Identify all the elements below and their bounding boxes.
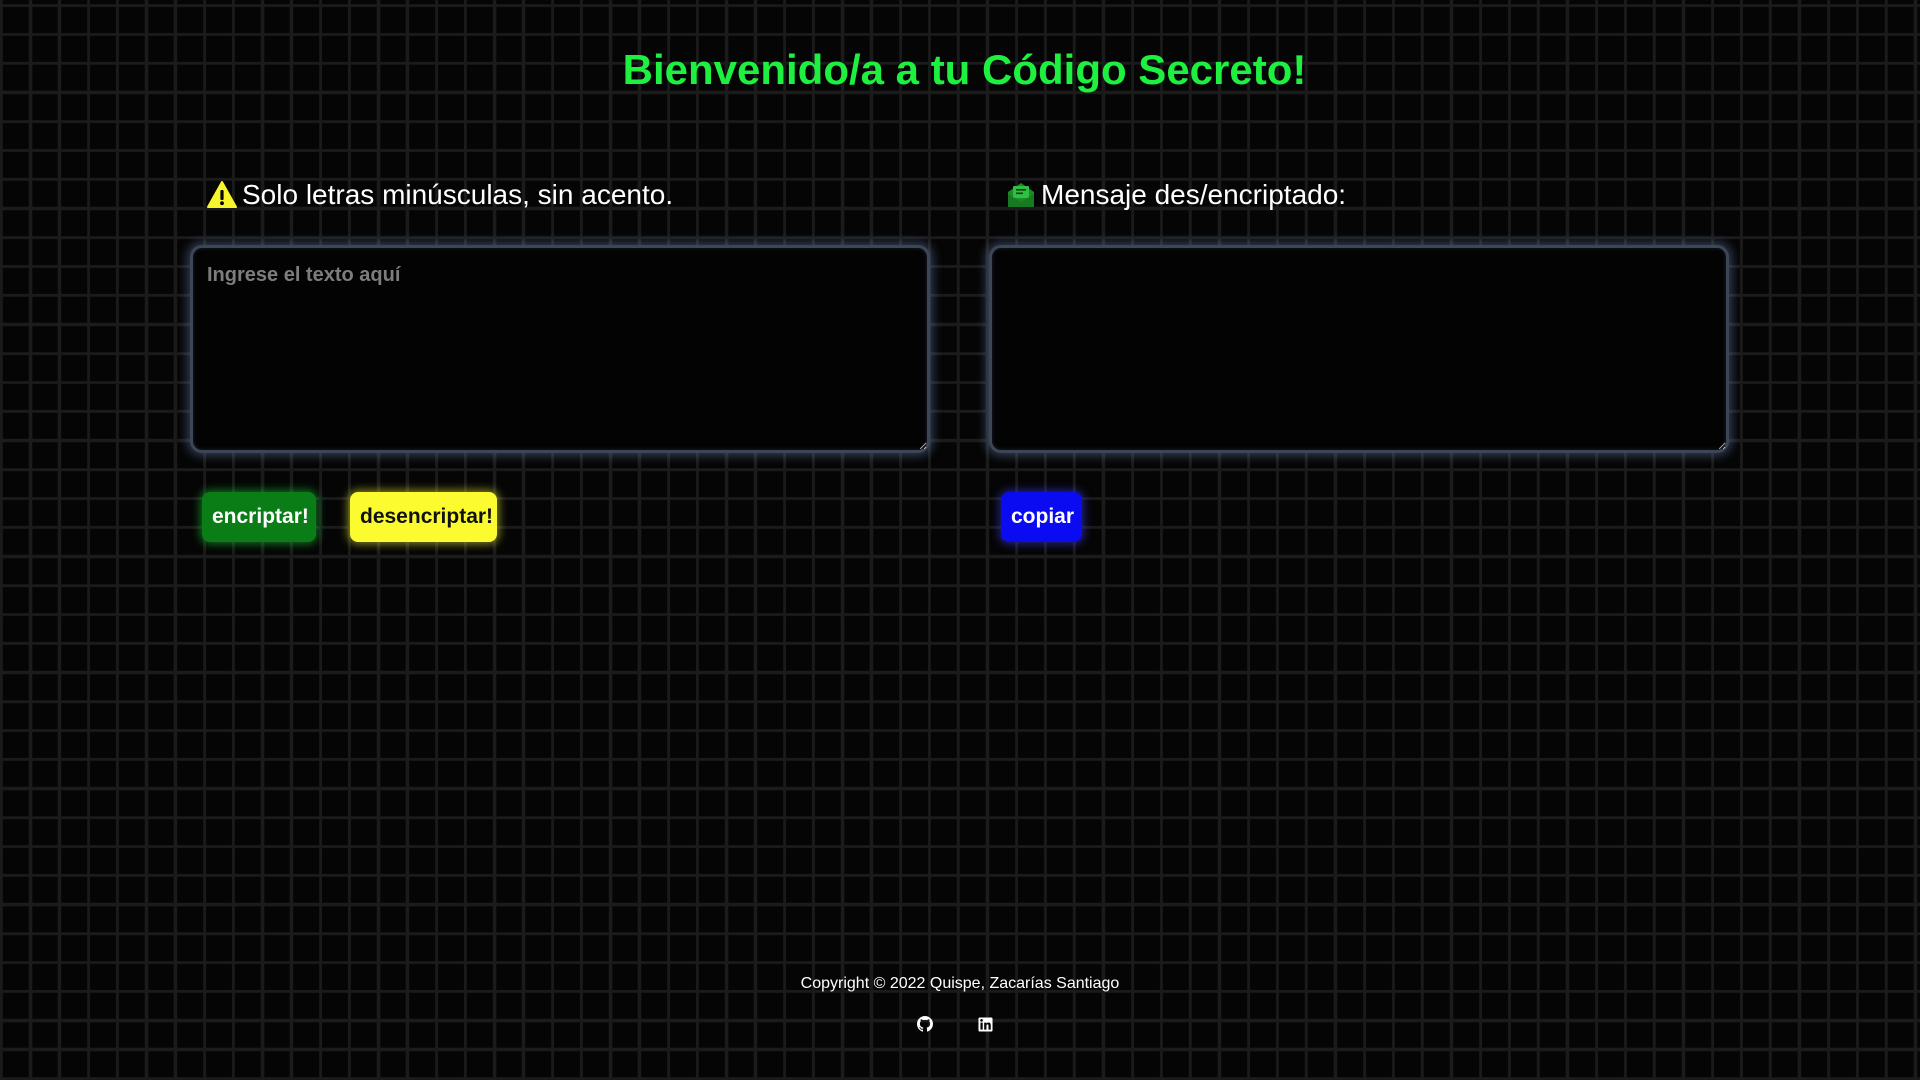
input-button-row: encriptar! desencriptar! (202, 492, 497, 542)
input-panel: Solo letras minúsculas, sin acento. encr… (190, 174, 930, 542)
linkedin-icon[interactable] (976, 1015, 994, 1033)
copyright-text: Copyright © 2022 Quispe, Zacarías Santia… (800, 975, 1120, 992)
envelope-open-icon (1005, 179, 1037, 211)
output-panel: Mensaje des/encriptado: copiar (989, 174, 1729, 542)
output-panel-heading-label: Mensaje des/encriptado: (1041, 179, 1347, 210)
encrypt-button[interactable]: encriptar! (202, 492, 316, 542)
input-panel-heading-label: Solo letras minúsculas, sin acento. (242, 179, 674, 210)
input-panel-heading: Solo letras minúsculas, sin acento. (190, 174, 930, 216)
output-textarea[interactable] (989, 245, 1729, 453)
input-textarea[interactable] (190, 245, 930, 453)
output-button-row: copiar (1001, 492, 1082, 542)
github-icon[interactable] (916, 1015, 934, 1033)
output-panel-heading: Mensaje des/encriptado: (989, 174, 1729, 216)
warning-icon (206, 179, 238, 211)
page-title: Bienvenido/a a tu Código Secreto! (622, 46, 1307, 93)
decrypt-button[interactable]: desencriptar! (350, 492, 497, 542)
social-links (0, 1015, 1920, 1033)
footer: Copyright © 2022 Quispe, Zacarías Santia… (0, 975, 1920, 1033)
copy-button[interactable]: copiar (1001, 492, 1082, 542)
